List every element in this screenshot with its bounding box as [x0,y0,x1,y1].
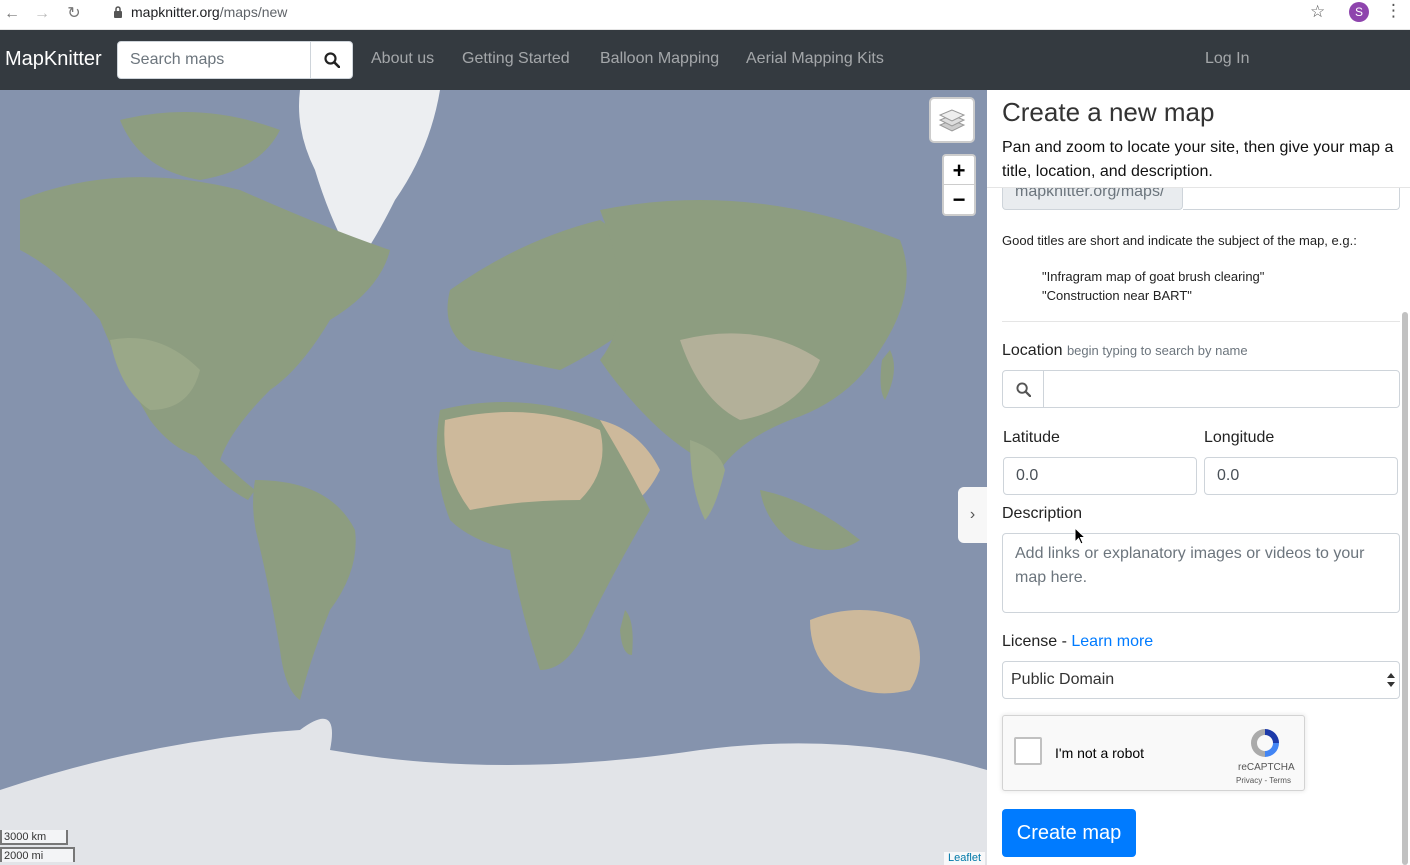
search-input[interactable] [118,42,310,78]
search-button[interactable] [310,41,353,79]
nav-balloon-mapping[interactable]: Balloon Mapping [600,50,719,68]
mouse-cursor-icon [1074,527,1086,545]
title-example: "Infragram map of goat brush clearing" [1042,269,1265,284]
recaptcha-brand: reCAPTCHA [1238,762,1295,773]
create-map-panel: mapknitter.org/maps/ Create a new map Pa… [987,90,1410,865]
license-selected-value: Public Domain [1011,671,1115,688]
scale-km: 3000 km [0,830,68,845]
zoom-out-button[interactable]: − [944,185,974,214]
map-attribution-link[interactable]: Leaflet [944,852,986,865]
longitude-input[interactable]: 0.0 [1204,457,1398,495]
panel-scrollbar[interactable] [1402,312,1408,865]
back-icon[interactable]: ← [2,4,22,24]
title-example: "Construction near BART" [1042,288,1192,303]
nav-aerial-mapping-kits[interactable]: Aerial Mapping Kits [746,50,884,68]
panel-description: Pan and zoom to locate your site, then g… [1002,139,1394,180]
map-view[interactable]: + − › [0,90,987,865]
search-field[interactable] [117,41,311,79]
create-map-button[interactable]: Create map [1002,809,1136,857]
brand-logo[interactable]: MapKnitter [5,48,102,71]
recaptcha-checkbox[interactable] [1014,737,1042,765]
header-divider [987,187,1410,188]
layers-button[interactable] [929,97,975,143]
sidebar-toggle-button[interactable]: › [958,487,987,543]
learn-more-link[interactable]: Learn more [1071,633,1153,650]
location-hint: begin typing to search by name [1066,343,1248,358]
layers-icon [938,109,966,132]
divider [1002,321,1400,322]
zoom-control: + − [942,154,976,216]
forward-icon[interactable]: → [32,4,52,24]
recaptcha-logo-icon [1251,729,1279,757]
recaptcha-terms-link[interactable]: Privacy - Terms [1236,776,1291,785]
login-link[interactable]: Log In [1205,50,1249,68]
recaptcha-label: I'm not a robot [1055,745,1145,761]
url-text[interactable]: mapknitter.org/maps/new [131,4,287,20]
browser-toolbar: ← → ↻ mapknitter.org/maps/new ☆ S ⋮ [0,0,1410,30]
recaptcha-widget: I'm not a robot reCAPTCHA Privacy - Term… [1002,715,1305,791]
page-title: Create a new map [1002,97,1215,127]
search-icon [1015,381,1031,397]
bookmark-star-icon[interactable]: ☆ [1310,2,1325,22]
description-label: Description [1002,505,1083,522]
navbar: MapKnitter About us Getting Started Ball… [0,30,1410,90]
license-label: License - Learn more [1002,633,1154,650]
location-label: Location begin typing to search by name [1002,342,1248,359]
lock-icon [114,6,122,18]
longitude-label: Longitude [1204,429,1275,446]
license-select[interactable]: Public Domain [1002,661,1400,699]
latitude-label: Latitude [1003,429,1060,446]
location-input[interactable] [1043,370,1400,408]
title-hint: Good titles are short and indicate the s… [1002,233,1357,248]
profile-avatar[interactable]: S [1349,2,1369,22]
reload-icon[interactable]: ↻ [64,4,84,24]
world-map-tiles[interactable] [0,90,987,865]
browser-menu-icon[interactable]: ⋮ [1385,1,1402,21]
location-search-button[interactable] [1002,370,1044,408]
location-field [1002,370,1400,408]
nav-about-us[interactable]: About us [371,50,434,68]
latitude-input[interactable]: 0.0 [1003,457,1197,495]
description-textarea[interactable]: Add links or explanatory images or video… [1002,533,1400,613]
search-icon [323,52,340,68]
select-arrows-icon [1387,673,1395,687]
zoom-in-button[interactable]: + [944,156,974,185]
scale-mi: 2000 mi [0,847,75,862]
nav-getting-started[interactable]: Getting Started [462,50,570,68]
